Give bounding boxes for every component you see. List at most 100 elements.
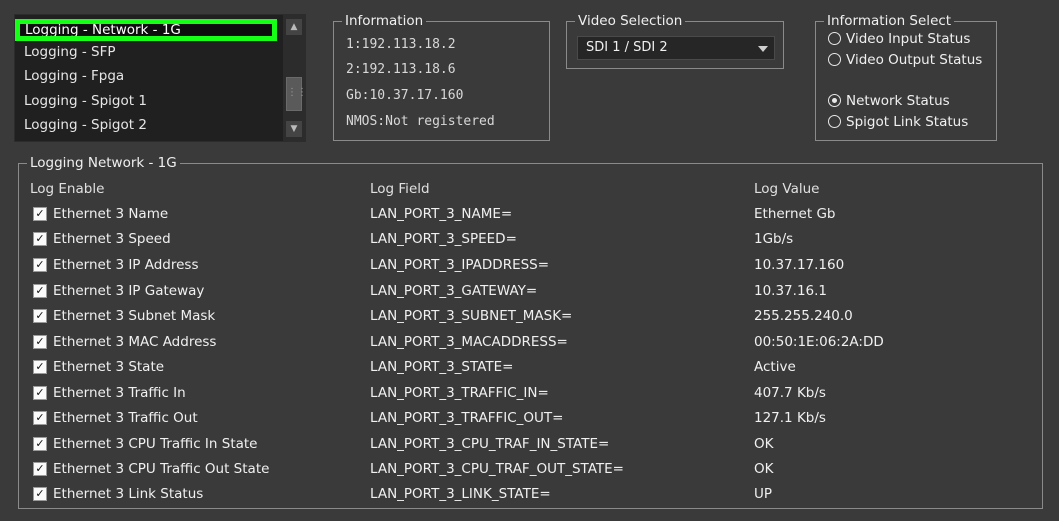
radio-label: Network Status xyxy=(846,93,950,109)
checkmark-icon[interactable]: ✓ xyxy=(33,309,47,323)
information-select-title: Information Select xyxy=(824,13,955,29)
video-selection-dropdown[interactable]: SDI 1 / SDI 2 xyxy=(577,36,775,60)
header-log-enable: Log Enable xyxy=(30,181,105,197)
row-value: Active xyxy=(754,359,796,375)
checkmark-icon[interactable]: ✓ xyxy=(33,487,47,501)
table-row: ✓ Ethernet 3 Subnet Mask LAN_PORT_3_SUBN… xyxy=(19,308,1042,333)
radio-selected-icon[interactable] xyxy=(828,94,841,107)
info-line-gb: Gb:10.37.17.160 xyxy=(346,88,464,103)
info-line-sdi1: 1:192.113.18.2 xyxy=(346,37,456,52)
checkmark-icon[interactable]: ✓ xyxy=(33,284,47,298)
row-field: LAN_PORT_3_TRAFFIC_OUT= xyxy=(370,410,564,426)
log-list-item-sfp[interactable]: Logging - SFP xyxy=(15,41,277,63)
info-line-sdi2: 2:192.113.18.6 xyxy=(346,62,456,77)
row-value: 407.7 Kb/s xyxy=(754,385,826,401)
row-field: LAN_PORT_3_SPEED= xyxy=(370,231,517,247)
radio-spigot-link-status[interactable]: Spigot Link Status xyxy=(828,113,968,131)
scroll-up-icon[interactable]: ▲ xyxy=(286,19,302,35)
radio-network-status[interactable]: Network Status xyxy=(828,92,950,110)
row-field: LAN_PORT_3_STATE= xyxy=(370,359,514,375)
logging-network-panel: Logging Network - 1G Log Enable Log Fiel… xyxy=(18,155,1043,511)
row-field: LAN_PORT_3_MACADDRESS= xyxy=(370,334,568,350)
row-name: Ethernet 3 Traffic In xyxy=(53,385,186,401)
log-list-item-network-1g[interactable]: Logging - Network - 1G xyxy=(15,19,277,41)
row-field: LAN_PORT_3_CPU_TRAF_IN_STATE= xyxy=(370,436,610,452)
radio-label: Video Output Status xyxy=(846,52,983,68)
row-field: LAN_PORT_3_NAME= xyxy=(370,206,513,222)
radio-icon[interactable] xyxy=(828,115,841,128)
table-row: ✓ Ethernet 3 IP Gateway LAN_PORT_3_GATEW… xyxy=(19,283,1042,308)
row-value: OK xyxy=(754,461,774,477)
checkmark-icon[interactable]: ✓ xyxy=(33,437,47,451)
row-name: Ethernet 3 IP Gateway xyxy=(53,283,205,299)
table-row: ✓ Ethernet 3 CPU Traffic Out State LAN_P… xyxy=(19,461,1042,486)
row-value: 10.37.17.160 xyxy=(754,257,845,273)
radio-video-input-status[interactable]: Video Input Status xyxy=(828,30,970,48)
log-list-scrollbar[interactable]: ▲ ⋮⋮ ▼ xyxy=(283,15,307,141)
row-field: LAN_PORT_3_CPU_TRAF_OUT_STATE= xyxy=(370,461,624,477)
row-name: Ethernet 3 Subnet Mask xyxy=(53,308,216,324)
row-name: Ethernet 3 IP Address xyxy=(53,257,199,273)
information-select-group: Information Select Video Input Status Vi… xyxy=(815,13,997,141)
row-value: 10.37.16.1 xyxy=(754,283,827,299)
row-field: LAN_PORT_3_IPADDRESS= xyxy=(370,257,550,273)
logging-panel-title: Logging Network - 1G xyxy=(27,155,180,171)
row-name: Ethernet 3 Name xyxy=(53,206,169,222)
row-value: OK xyxy=(754,436,774,452)
radio-label: Spigot Link Status xyxy=(846,114,969,130)
log-list-item-spigot-2[interactable]: Logging - Spigot 2 xyxy=(15,114,277,136)
video-selection-value: SDI 1 / SDI 2 xyxy=(586,40,668,55)
row-field: LAN_PORT_3_TRAFFIC_IN= xyxy=(370,385,549,401)
radio-video-output-status[interactable]: Video Output Status xyxy=(828,51,982,69)
row-field: LAN_PORT_3_LINK_STATE= xyxy=(370,486,551,502)
header-log-field: Log Field xyxy=(370,181,430,197)
table-row: ✓ Ethernet 3 MAC Address LAN_PORT_3_MACA… xyxy=(19,334,1042,359)
row-name: Ethernet 3 Speed xyxy=(53,231,171,247)
checkmark-icon[interactable]: ✓ xyxy=(33,411,47,425)
row-name: Ethernet 3 MAC Address xyxy=(53,334,217,350)
table-row: ✓ Ethernet 3 Traffic In LAN_PORT_3_TRAFF… xyxy=(19,385,1042,410)
logging-list[interactable]: Logging - Network - 1G Logging - SFP Log… xyxy=(14,14,307,142)
row-value: 1Gb/s xyxy=(754,231,794,247)
checkmark-icon[interactable]: ✓ xyxy=(33,462,47,476)
row-name: Ethernet 3 CPU Traffic In State xyxy=(53,436,258,452)
table-row: ✓ Ethernet 3 Traffic Out LAN_PORT_3_TRAF… xyxy=(19,410,1042,435)
info-line-nmos: NMOS:Not registered xyxy=(346,114,495,129)
checkmark-icon[interactable]: ✓ xyxy=(33,207,47,221)
row-value: Ethernet Gb xyxy=(754,206,836,222)
radio-icon[interactable] xyxy=(828,53,841,66)
row-name: Ethernet 3 CPU Traffic Out State xyxy=(53,461,270,477)
row-field: LAN_PORT_3_GATEWAY= xyxy=(370,283,538,299)
checkmark-icon[interactable]: ✓ xyxy=(33,335,47,349)
log-list-item-fpga[interactable]: Logging - Fpga xyxy=(15,65,277,87)
header-log-value: Log Value xyxy=(754,181,820,197)
table-row: ✓ Ethernet 3 CPU Traffic In State LAN_PO… xyxy=(19,436,1042,461)
row-value: 255.255.240.0 xyxy=(754,308,853,324)
information-group: Information 1:192.113.18.2 2:192.113.18.… xyxy=(333,13,550,141)
row-value: UP xyxy=(754,486,773,502)
row-name: Ethernet 3 Traffic Out xyxy=(53,410,198,426)
checkmark-icon[interactable]: ✓ xyxy=(33,232,47,246)
table-row: ✓ Ethernet 3 Link Status LAN_PORT_3_LINK… xyxy=(19,486,1042,511)
grip-icon[interactable]: ⋮⋮ xyxy=(286,77,307,111)
checkmark-icon[interactable]: ✓ xyxy=(33,258,47,272)
radio-label: Video Input Status xyxy=(846,31,971,47)
chevron-down-icon[interactable] xyxy=(758,46,768,52)
table-row: ✓ Ethernet 3 Speed LAN_PORT_3_SPEED= 1Gb… xyxy=(19,231,1042,256)
table-row: ✓ Ethernet 3 Name LAN_PORT_3_NAME= Ether… xyxy=(19,206,1042,231)
row-value: 127.1 Kb/s xyxy=(754,410,826,426)
row-name: Ethernet 3 Link Status xyxy=(53,486,204,502)
row-field: LAN_PORT_3_SUBNET_MASK= xyxy=(370,308,573,324)
row-name: Ethernet 3 State xyxy=(53,359,165,375)
checkmark-icon[interactable]: ✓ xyxy=(33,386,47,400)
table-row: ✓ Ethernet 3 IP Address LAN_PORT_3_IPADD… xyxy=(19,257,1042,282)
video-selection-title: Video Selection xyxy=(575,13,686,29)
log-list-item-spigot-1[interactable]: Logging - Spigot 1 xyxy=(15,90,277,112)
information-title: Information xyxy=(342,13,427,29)
row-value: 00:50:1E:06:2A:DD xyxy=(754,334,884,350)
video-selection-group: Video Selection SDI 1 / SDI 2 xyxy=(566,13,784,69)
scroll-down-icon[interactable]: ▼ xyxy=(286,121,302,137)
checkmark-icon[interactable]: ✓ xyxy=(33,360,47,374)
table-row: ✓ Ethernet 3 State LAN_PORT_3_STATE= Act… xyxy=(19,359,1042,384)
radio-icon[interactable] xyxy=(828,32,841,45)
